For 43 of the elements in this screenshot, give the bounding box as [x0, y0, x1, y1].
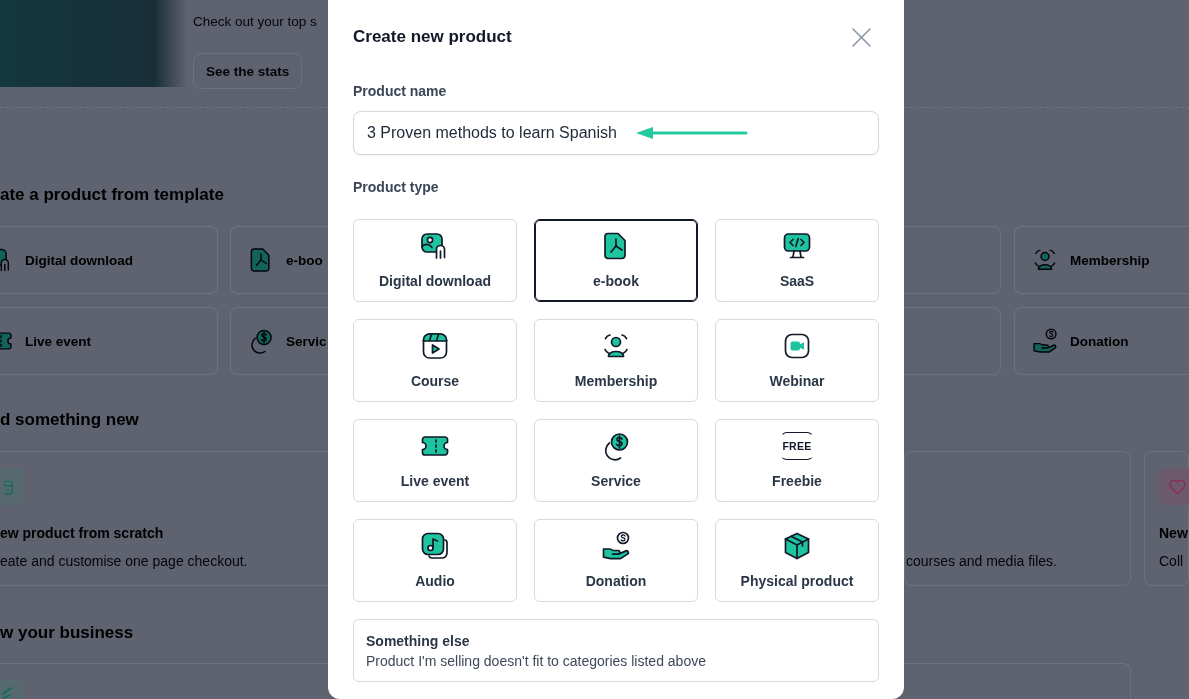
- template-card[interactable]: e-boo: [230, 226, 328, 294]
- product-type-option[interactable]: SaaS: [715, 219, 879, 302]
- product-type-option[interactable]: e-book: [534, 219, 698, 302]
- card-title: ew product from scratch: [0, 524, 164, 542]
- card-description: courses and media files.: [906, 552, 1057, 570]
- left-arrow-icon: [636, 126, 748, 140]
- section-heading: w your business: [0, 622, 135, 644]
- template-card[interactable]: [904, 307, 1001, 375]
- product-type-option[interactable]: Physical product: [715, 519, 879, 602]
- close-icon: [852, 27, 871, 47]
- field-label: Product name: [353, 82, 448, 100]
- product-name-field[interactable]: 3 Proven methods to learn Spanish: [353, 111, 879, 155]
- product-type-option[interactable]: Course: [353, 319, 517, 402]
- free-tag: FREE: [780, 432, 814, 460]
- field-label: Product type: [353, 178, 440, 196]
- template-card[interactable]: Servic: [230, 307, 328, 375]
- product-type-option[interactable]: Donation: [534, 519, 698, 602]
- music-note-icon: [419, 530, 451, 562]
- section-heading: d something new: [0, 409, 140, 431]
- template-card[interactable]: Live event: [0, 307, 218, 375]
- hand-coin-icon: [600, 530, 632, 562]
- product-type-option[interactable]: Membership: [534, 319, 698, 402]
- product-card[interactable]: New Coll: [1144, 451, 1189, 586]
- dialog-title: Create new product: [353, 26, 512, 48]
- template-card[interactable]: Membership: [1014, 226, 1189, 294]
- product-type-option[interactable]: Digital download: [353, 219, 517, 302]
- something-else-option[interactable]: Something else Product I'm selling doesn't fit to categories listed above: [353, 619, 879, 682]
- template-card[interactable]: Donation: [1014, 307, 1189, 375]
- product-type-option[interactable]: Service: [534, 419, 698, 502]
- product-type-option[interactable]: Webinar: [715, 319, 879, 402]
- card-title: New: [1159, 524, 1188, 542]
- product-type-option[interactable]: FREE Freebie: [715, 419, 879, 502]
- stats-description: Check out your top s: [193, 13, 317, 31]
- product-type-option[interactable]: Live event: [353, 419, 517, 502]
- card-description: eate and customise one page checkout.: [0, 552, 248, 570]
- section-heading: ate a product from template: [0, 184, 225, 206]
- product-type-option[interactable]: Audio: [353, 519, 517, 602]
- product-card[interactable]: ew product from scratch eate and customise one page checkout.: [0, 451, 328, 586]
- hand-coin-icon: [1031, 327, 1059, 355]
- template-card[interactable]: [904, 226, 1001, 294]
- card-description: Coll: [1159, 552, 1184, 570]
- heart-icon: [1159, 468, 1189, 505]
- template-card[interactable]: Digital download: [0, 226, 218, 294]
